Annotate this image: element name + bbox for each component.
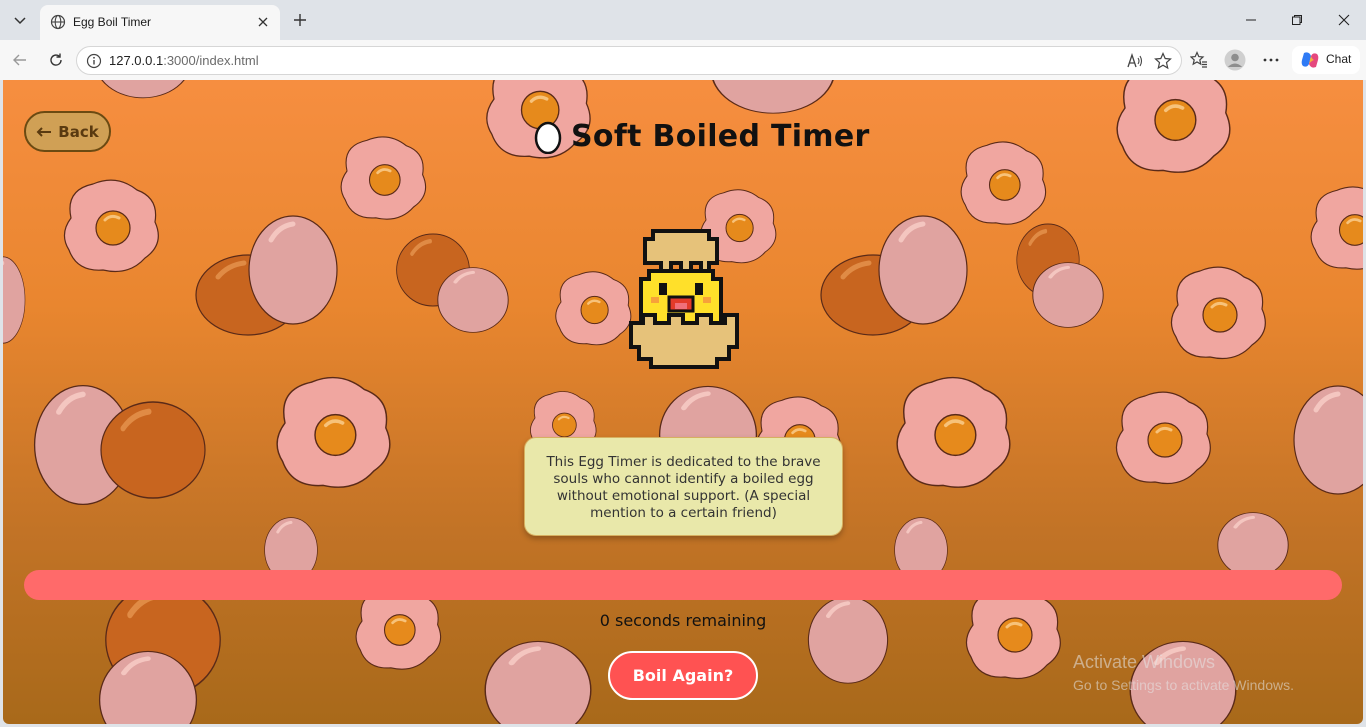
- url-path: :3000/index.html: [163, 53, 259, 68]
- favorites-button[interactable]: [1187, 48, 1211, 72]
- activate-windows-title: Activate Windows: [1073, 652, 1216, 672]
- back-button[interactable]: Back: [24, 111, 111, 152]
- page-title: Soft Boiled Timer: [571, 118, 870, 154]
- read-aloud-icon: [1127, 53, 1143, 68]
- page-viewport: Back Soft Boiled Timer This Egg Timer is…: [3, 80, 1363, 724]
- activate-windows-subtitle: Go to Settings to activate Windows.: [1073, 677, 1294, 693]
- info-icon[interactable]: [86, 53, 102, 69]
- refresh-icon: [50, 53, 62, 66]
- progress-bar: [24, 570, 1342, 600]
- tab-actions-menu[interactable]: [7, 7, 33, 33]
- restore-icon: [1292, 15, 1302, 25]
- close-icon: [258, 17, 268, 27]
- close-window-button[interactable]: [1327, 6, 1361, 34]
- back-nav-button[interactable]: [7, 47, 33, 73]
- page-title-row: Soft Boiled Timer: [533, 116, 870, 156]
- favorites-icon: [1190, 51, 1207, 68]
- read-aloud-button[interactable]: [1125, 52, 1145, 70]
- tab-close-button[interactable]: [254, 13, 272, 31]
- arrow-left-icon: [13, 54, 26, 66]
- more-icon: [1263, 58, 1279, 62]
- favorite-button[interactable]: [1153, 52, 1173, 70]
- star-icon: [1154, 52, 1172, 70]
- dedication-note: This Egg Timer is dedicated to the brave…: [524, 437, 843, 536]
- plus-icon: [294, 14, 306, 26]
- browser-tab[interactable]: Egg Boil Timer: [40, 5, 280, 40]
- minimize-button[interactable]: [1234, 6, 1268, 34]
- new-tab-button[interactable]: [288, 8, 312, 32]
- tab-bar: Egg Boil Timer: [0, 0, 1366, 40]
- minimize-icon: [1246, 19, 1256, 21]
- tab-title: Egg Boil Timer: [73, 15, 152, 29]
- boil-again-button[interactable]: Boil Again?: [608, 651, 758, 700]
- chat-label: Chat: [1326, 52, 1352, 66]
- globe-icon: [50, 14, 66, 30]
- back-button-label: Back: [58, 122, 99, 141]
- restore-button[interactable]: [1280, 6, 1314, 34]
- chevron-down-icon: [14, 17, 26, 25]
- profile-button[interactable]: [1223, 48, 1247, 72]
- more-button[interactable]: [1259, 48, 1283, 72]
- chick-icon: [629, 229, 739, 369]
- refresh-button[interactable]: [43, 47, 69, 73]
- time-remaining: 0 seconds remaining: [599, 611, 767, 630]
- copilot-chat-button[interactable]: Chat: [1292, 46, 1360, 74]
- address-bar-row: 127.0.0.1:3000/index.html Chat: [0, 40, 1366, 80]
- url-field[interactable]: 127.0.0.1:3000/index.html: [76, 46, 1182, 75]
- egg-icon: [534, 121, 562, 154]
- close-icon: [1338, 14, 1350, 26]
- arrow-left-icon: [36, 126, 52, 137]
- url-host: 127.0.0.1: [109, 53, 164, 68]
- url-text: 127.0.0.1:3000/index.html: [109, 53, 259, 68]
- avatar-icon: [1224, 49, 1246, 71]
- copilot-icon: [1301, 52, 1319, 68]
